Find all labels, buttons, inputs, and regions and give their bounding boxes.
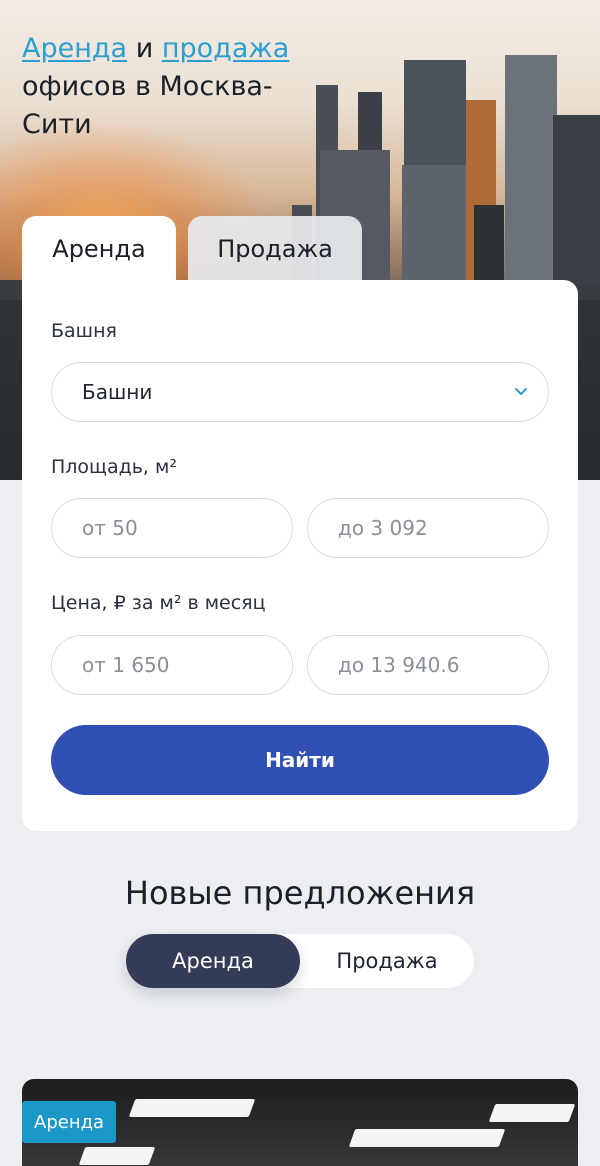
area-from-input[interactable]: от 50 <box>51 498 293 558</box>
search-card: Башня Башни Площадь, м² от 50 до 3 092 Ц… <box>22 280 578 831</box>
offers-toggle: Аренда Продажа <box>126 934 474 988</box>
tower-select-value: Башни <box>82 380 153 404</box>
price-from-input[interactable]: от 1 650 <box>51 635 293 695</box>
hero-title: Аренда и продажа офисов в Москва-Сити <box>22 30 322 144</box>
area-to-placeholder: до 3 092 <box>338 516 428 540</box>
offers-toggle-rent[interactable]: Аренда <box>126 934 300 988</box>
tab-sale[interactable]: Продажа <box>188 216 362 282</box>
find-button[interactable]: Найти <box>51 725 549 795</box>
tab-rent[interactable]: Аренда <box>22 216 176 282</box>
hero-title-and: и <box>135 33 154 64</box>
price-to-placeholder: до 13 940.6 <box>338 653 460 677</box>
price-from-placeholder: от 1 650 <box>82 653 170 677</box>
ceiling-light <box>78 1147 156 1165</box>
hero-link-sale[interactable]: продажа <box>162 33 289 64</box>
offers-toggle-sale[interactable]: Продажа <box>300 934 474 988</box>
ceiling-light <box>128 1099 256 1117</box>
ceiling-light <box>348 1129 506 1147</box>
listing-type-badge: Аренда <box>22 1101 117 1143</box>
hero-link-rent[interactable]: Аренда <box>22 33 127 64</box>
area-from-placeholder: от 50 <box>82 516 138 540</box>
price-label: Цена, ₽ за м² в месяц <box>51 592 266 614</box>
tower-label: Башня <box>51 320 117 342</box>
tower-select[interactable]: Башни <box>51 362 549 422</box>
area-label: Площадь, м² <box>51 456 177 478</box>
ceiling-light <box>488 1104 576 1122</box>
new-offers-title: Новые предложения <box>124 874 476 912</box>
price-to-input[interactable]: до 13 940.6 <box>307 635 549 695</box>
area-to-input[interactable]: до 3 092 <box>307 498 549 558</box>
chevron-down-icon <box>515 388 527 395</box>
hero-title-rest: офисов в Москва-Сити <box>22 71 273 140</box>
